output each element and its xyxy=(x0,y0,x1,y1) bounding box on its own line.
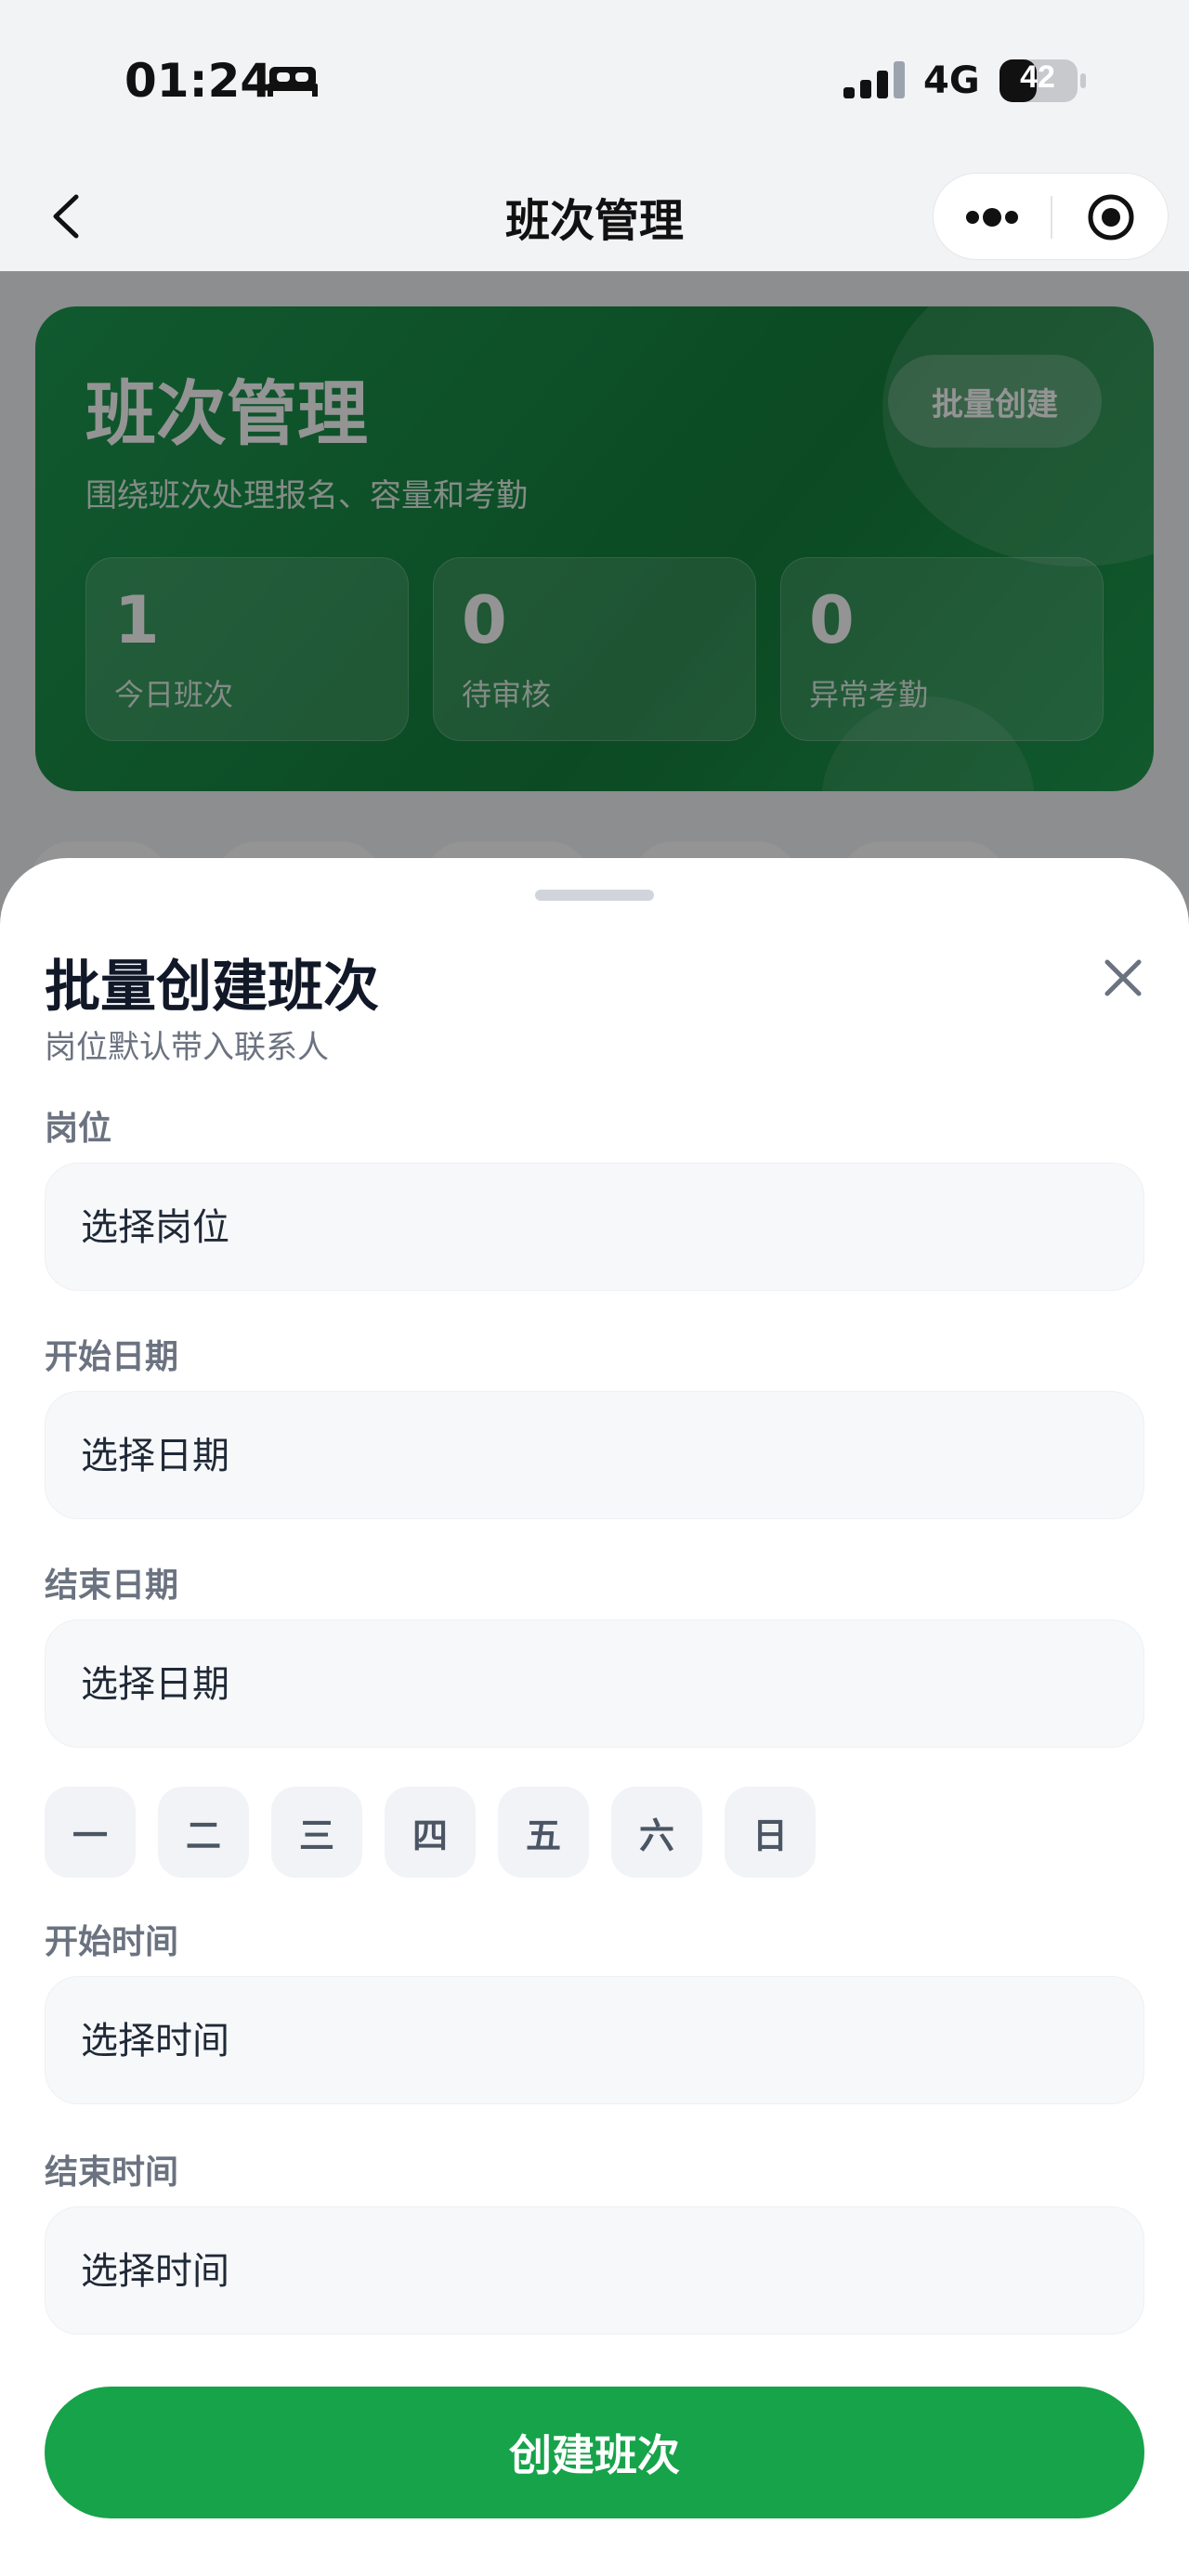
sheet-title: 批量创建班次 xyxy=(45,955,379,1020)
network-label: 4G xyxy=(923,59,980,102)
nav-bar: 班次管理 xyxy=(0,163,1189,271)
close-button[interactable] xyxy=(1092,947,1154,1008)
end-date-picker[interactable]: 选择日期 xyxy=(45,1620,1144,1748)
weekday-fri[interactable]: 五 xyxy=(498,1787,589,1878)
weekday-sat[interactable]: 六 xyxy=(611,1787,702,1878)
mini-program-capsule xyxy=(933,173,1169,260)
target-icon xyxy=(1088,194,1134,241)
end-date-label: 结束日期 xyxy=(45,1567,179,1605)
status-bar: 01:24 4G 42 xyxy=(0,0,1189,163)
weekday-thu[interactable]: 四 xyxy=(385,1787,476,1878)
position-label: 岗位 xyxy=(45,1110,112,1148)
status-time: 01:24 xyxy=(124,54,273,108)
end-time-picker[interactable]: 选择时间 xyxy=(45,2206,1144,2335)
start-time-label: 开始时间 xyxy=(45,1923,179,1961)
battery-level: 42 xyxy=(1020,59,1055,95)
start-date-placeholder: 选择日期 xyxy=(81,1435,229,1477)
weekday-tue[interactable]: 二 xyxy=(158,1787,249,1878)
sleep-icon xyxy=(266,63,320,100)
end-time-label: 结束时间 xyxy=(45,2153,179,2192)
end-date-placeholder: 选择日期 xyxy=(81,1663,229,1706)
exit-mini-program-button[interactable] xyxy=(1052,174,1169,261)
position-placeholder: 选择岗位 xyxy=(81,1206,229,1249)
weekday-wed[interactable]: 三 xyxy=(271,1787,362,1878)
start-time-picker[interactable]: 选择时间 xyxy=(45,1976,1144,2104)
more-icon xyxy=(966,208,1018,227)
weekday-mon[interactable]: 一 xyxy=(45,1787,136,1878)
sheet-subtitle: 岗位默认带入联系人 xyxy=(45,1029,329,1066)
drag-handle[interactable] xyxy=(535,890,654,901)
close-icon xyxy=(1104,959,1142,996)
create-shift-button[interactable]: 创建班次 xyxy=(45,2387,1144,2518)
batch-create-sheet: 批量创建班次 岗位默认带入联系人 岗位 选择岗位 开始日期 选择日期 结束日期 … xyxy=(0,858,1189,2576)
start-date-label: 开始日期 xyxy=(45,1338,179,1376)
start-time-placeholder: 选择时间 xyxy=(81,2020,229,2062)
weekday-sun[interactable]: 日 xyxy=(725,1787,816,1878)
signal-icon xyxy=(842,61,907,106)
end-time-placeholder: 选择时间 xyxy=(81,2250,229,2293)
more-button[interactable] xyxy=(934,174,1051,261)
position-select[interactable]: 选择岗位 xyxy=(45,1163,1144,1291)
start-date-picker[interactable]: 选择日期 xyxy=(45,1391,1144,1519)
